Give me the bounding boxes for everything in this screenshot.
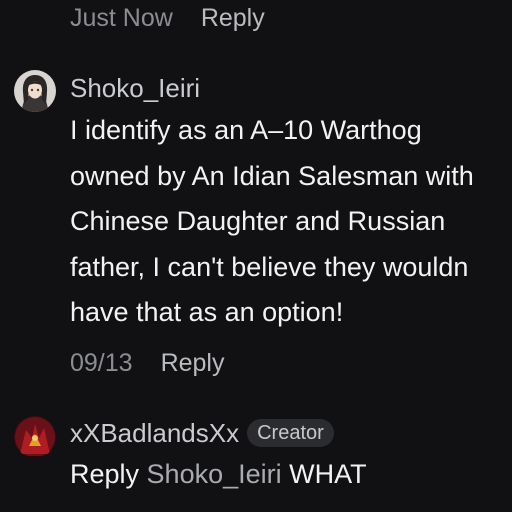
comment-line: have that as an option!	[70, 297, 344, 327]
comment-line: I identify as an A–10 Warthog	[70, 115, 422, 145]
comment-timestamp: Just Now	[70, 4, 173, 32]
reply-button[interactable]: Reply	[201, 3, 265, 33]
user-avatar-anime-girl-icon	[14, 70, 56, 112]
creator-badge: Creator	[247, 419, 334, 447]
reply-message: WHAT	[289, 459, 367, 489]
comment-username[interactable]: xXBadlandsXx	[70, 418, 239, 448]
comments-screen: Just Now Reply Shoko_Ieiri I identify as…	[0, 0, 512, 512]
reply-target-username[interactable]: Shoko_Ieiri	[147, 459, 282, 489]
avatar[interactable]	[14, 416, 56, 458]
user-avatar-red-figure-icon	[14, 416, 56, 458]
comment-timestamp: 09/13	[70, 349, 133, 377]
reply-button[interactable]: Reply	[161, 348, 225, 378]
avatar[interactable]	[14, 70, 56, 112]
comment-line: Chinese Daughter and Russian	[70, 206, 446, 236]
previous-comment-meta: Just Now Reply	[70, 3, 265, 33]
comment-meta: 09/13 Reply	[70, 348, 224, 378]
comment-username-row: xXBadlandsXx Creator	[70, 418, 334, 448]
comment-username[interactable]: Shoko_Ieiri	[70, 73, 200, 103]
comment-line: father, I can't believe they wouldn	[70, 251, 469, 282]
comment-text: I identify as an A–10 Warthog owned by A…	[70, 108, 512, 336]
reply-prefix: Reply	[70, 459, 140, 489]
comment-line: owned by An Idian Salesman with	[70, 160, 474, 191]
reply-text: Reply Shoko_Ieiri WHAT	[70, 458, 367, 490]
